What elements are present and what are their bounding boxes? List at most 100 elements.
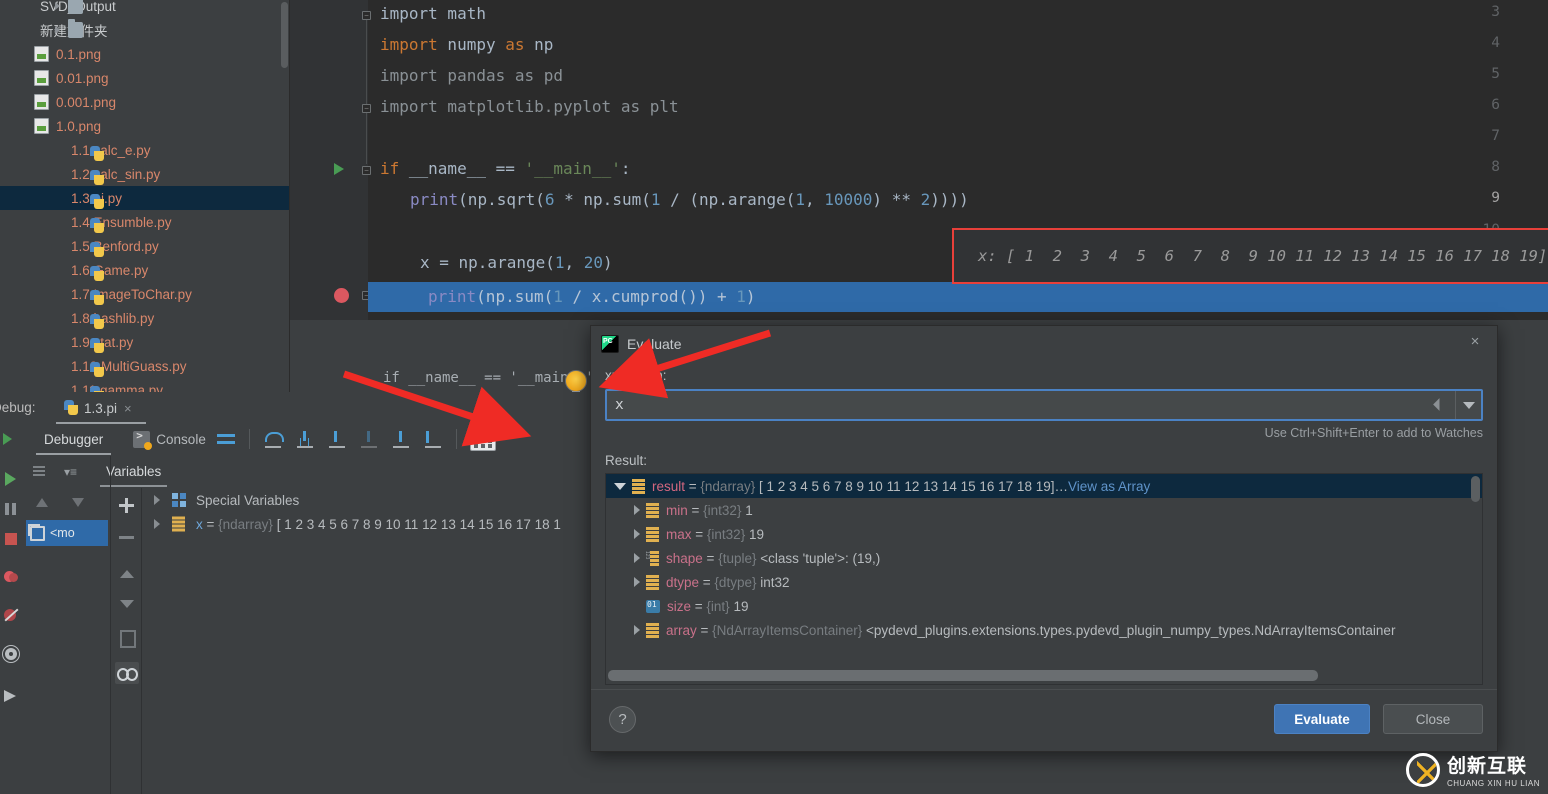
step-over-icon[interactable] [260,426,286,452]
add-watch-icon[interactable] [117,496,136,515]
remove-watch-icon[interactable] [117,528,136,547]
tree-item[interactable]: 1.4.Ensumble.py [0,210,290,234]
tree-item[interactable]: 1.8.hashlib.py [0,306,290,330]
chevron-right-icon[interactable] [634,505,640,515]
variable-row[interactable]: Special Variables [142,488,592,512]
breakpoint-icon[interactable] [334,288,349,303]
result-child-row[interactable]: array = {NdArrayItemsContainer} <pydevd_… [606,618,1482,642]
step-into-icon[interactable] [292,426,318,452]
show-lines-icon[interactable] [213,426,239,452]
tree-item[interactable]: 1.6.Game.py [0,258,290,282]
copy-value-icon[interactable] [117,628,136,648]
variables-side-toolbar[interactable] [111,488,141,794]
variable-row[interactable]: x = {ndarray} [ 1 2 3 4 5 6 7 8 9 10 11 … [142,512,592,536]
tree-item[interactable]: 新建文件夹 [0,18,290,42]
chevron-right-icon[interactable] [154,495,160,505]
thread-list-icon[interactable] [32,464,48,478]
code-l9a: (np.sqrt( [458,190,545,209]
resume-program-icon[interactable] [2,470,20,488]
chevron-right-icon[interactable] [634,625,640,635]
chevron-right-icon[interactable] [154,519,160,529]
tree-item[interactable]: 1.5.Benford.py [0,234,290,258]
tree-item[interactable]: SVD_Output [0,0,290,18]
evaluate-expression-dialog[interactable]: Evaluate × xpression: Use Ctrl+Shift+Ent… [590,325,1498,752]
move-up-icon[interactable] [117,564,136,583]
tree-item[interactable]: 1.0.png [0,114,290,138]
fold-marker-main-block[interactable]: − [362,166,371,175]
result-child-row[interactable]: min = {int32} 1 [606,498,1482,522]
fold-marker-imports-start[interactable]: − [362,11,371,20]
expression-input[interactable] [607,397,1429,413]
chevron-down-icon[interactable] [1455,391,1481,419]
mute-breakpoints-icon[interactable] [2,606,20,624]
tree-item[interactable]: 1.9.stat.py [0,330,290,354]
evaluate-expression-icon[interactable] [469,427,496,451]
debug-session-tab[interactable]: 1.3.pi × [58,394,138,422]
result-horizontal-scrollbar[interactable] [608,670,1318,681]
tab-console[interactable]: Console [129,424,210,454]
close-button[interactable]: Close [1383,704,1483,734]
toolbar-separator-2 [455,429,457,449]
run-gutter-icon[interactable] [334,163,344,175]
frame-nav-down-icon[interactable] [72,498,84,507]
chevron-right-icon[interactable] [634,577,640,587]
chevron-right-icon[interactable] [634,553,640,563]
result-tree[interactable]: result = {ndarray} [ 1 2 3 4 5 6 7 8 9 1… [605,473,1483,685]
step-up-icon[interactable] [388,426,414,452]
tree-item[interactable]: 1.7.ImageToChar.py [0,282,290,306]
intention-bulb-icon[interactable] [565,370,587,394]
frames-panel[interactable]: <mo [24,488,110,794]
tree-item[interactable]: 1.3.pi.py [0,186,290,210]
run-to-cursor-icon[interactable] [420,426,446,452]
gear-icon[interactable] [2,646,20,664]
project-tree-panel[interactable]: SVD_Output新建文件夹 0.1.png 0.01.png 0.001.png 1… [0,0,290,394]
tree-item[interactable]: 0.001.png [0,90,290,114]
tab-debugger[interactable]: Debugger [32,424,115,455]
tuple-icon [644,550,659,566]
result-child-row[interactable]: size = {int} 19 [606,594,1482,618]
frames-filter-icon[interactable]: ▾≡ [64,465,77,479]
result-vertical-scrollbar[interactable] [1471,476,1480,502]
variables-panel[interactable]: Special Variables x = {ndarray} [ 1 2 3 4… [142,488,592,794]
pin-icon[interactable] [2,686,20,704]
force-step-into-icon[interactable] [324,426,350,452]
code-kw-import4: import [380,35,438,54]
result-root-row[interactable]: result = {ndarray} [ 1 2 3 4 5 6 7 8 9 1… [606,474,1482,498]
chevron-right-icon[interactable] [55,26,60,34]
frame-list-item[interactable]: <mo [26,520,108,546]
dialog-titlebar[interactable]: Evaluate × [591,326,1497,362]
tree-item[interactable]: 1.2.calc_sin.py [0,162,290,186]
editor-gutter[interactable]: − − − − [290,0,371,320]
chevron-right-icon[interactable] [634,529,640,539]
tree-item[interactable]: 0.1.png [0,42,290,66]
result-child-row[interactable]: max = {int32} 19 [606,522,1482,546]
stop-icon[interactable] [2,530,20,548]
debug-actions-strip[interactable] [0,422,24,794]
tree-item[interactable]: 0.01.png [0,66,290,90]
result-child-row[interactable]: shape = {tuple} <class 'tuple'>: (19,) [606,546,1482,570]
code-editor[interactable]: − − − − 3456789101112 import math import… [290,0,1548,320]
frame-nav-up-icon[interactable] [36,498,48,507]
project-tree-scrollbar[interactable] [281,2,288,68]
close-icon[interactable]: × [1467,334,1483,350]
expression-input-wrapper[interactable] [605,389,1483,421]
result-child-row[interactable]: dtype = {dtype} int32 [606,570,1482,594]
fold-marker-imports-end[interactable]: − [362,104,371,113]
move-down-icon[interactable] [117,594,136,613]
pause-program-icon[interactable] [2,500,20,518]
evaluate-button[interactable]: Evaluate [1274,704,1370,734]
watches-icon[interactable] [115,662,139,684]
chevron-right-icon[interactable] [55,2,60,10]
code-line-8: if __name__ == '__main__': [380,159,630,178]
py-file-icon [90,338,105,354]
rerun-icon[interactable] [2,430,20,448]
help-button[interactable]: ? [609,706,636,733]
chevron-down-icon[interactable] [614,482,626,490]
close-icon[interactable]: × [124,401,132,416]
view-breakpoints-icon[interactable] [2,568,20,586]
tree-item[interactable]: 1.1.calc_e.py [0,138,290,162]
tree-item[interactable]: 1.10.MultiGuass.py [0,354,290,378]
tab-variables[interactable]: Variables [96,456,171,487]
breadcrumb[interactable]: if __name__ == '__main__' [383,370,594,386]
expand-editor-icon[interactable] [1429,394,1451,416]
